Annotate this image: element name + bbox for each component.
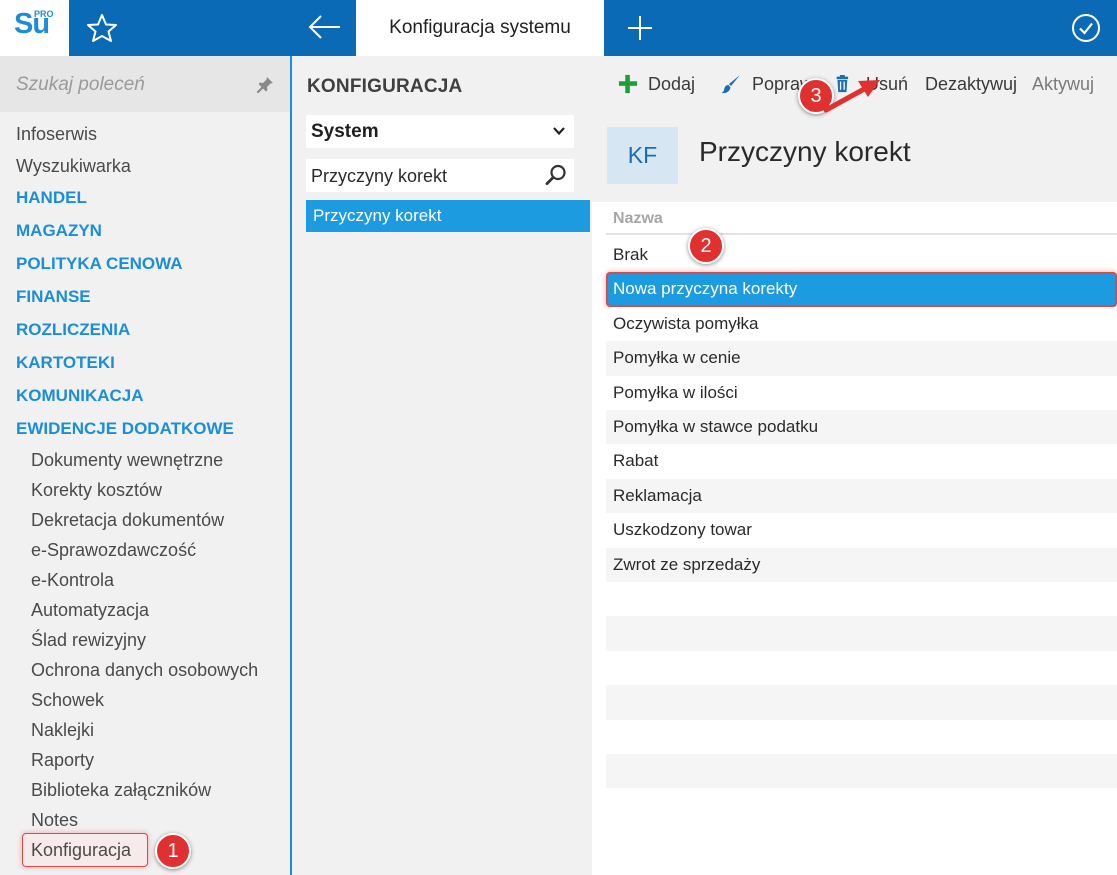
activate-button-label: Aktywuj [1032,73,1095,94]
table-cell-nazwa: Brak [613,245,648,264]
table-cell-nazwa: Pomyłka w stawce podatku [613,417,819,436]
sidebar-item-automatyzacja[interactable]: Automatyzacja [31,600,149,621]
module-badge: KF [607,127,678,184]
table-row[interactable]: Pomyłka w stawce podatku [606,410,1117,445]
deactivate-button[interactable]: Dezaktywuj [925,72,1017,96]
sidebar-item-biblioteka-zalacznikow[interactable]: Biblioteka załączników [31,780,211,801]
sidebar: Infoserwis Wyszukiwarka HANDEL MAGAZYN P… [0,56,290,875]
table-row-empty [606,754,1117,789]
top-bar: Su PRO Konfiguracja systemu [0,0,1117,56]
table-row-empty [606,650,1117,686]
logo-badge: PRO [34,9,54,19]
table-row[interactable]: Pomyłka w cenie [606,341,1117,376]
config-search [306,159,574,192]
module-select-value: System [311,121,379,142]
sidebar-category-ewidencje-dodatkowe[interactable]: EWIDENCJE DODATKOWE [16,419,234,439]
table-row[interactable]: Uszkodzony towar [606,513,1117,548]
chevron-down-icon [553,127,565,136]
page-title: Przyczyny korekt [699,136,911,167]
table-row[interactable]: Nowa przyczyna korekty [606,272,1117,307]
sidebar-item-korekty-kosztow[interactable]: Korekty kosztów [31,480,162,501]
column-header-label: Nazwa [613,210,663,227]
pin-icon[interactable] [256,76,274,94]
sidebar-category-komunikacja[interactable]: KOMUNIKACJA [16,386,144,406]
sidebar-category-kartoteki[interactable]: KARTOTEKI [16,353,115,373]
config-list-item-label: Przyczyny korekt [313,206,442,225]
sidebar-item-slad-rewizyjny[interactable]: Ślad rewizyjny [31,630,146,651]
search-icon[interactable] [544,163,568,187]
sidebar-item-e-kontrola[interactable]: e-Kontrola [31,570,114,591]
table-row[interactable]: Brak [606,238,1117,273]
activate-button[interactable]: Aktywuj [1032,72,1094,96]
command-search [0,56,290,112]
sidebar-category-finanse[interactable]: FINANSE [16,287,91,307]
sidebar-category-polityka-cenowa[interactable]: POLITYKA CENOWA [16,254,183,274]
confirm-button[interactable] [1070,12,1102,44]
content-header: KF Przyczyny korekt [592,112,1117,202]
table-row[interactable]: Rabat [606,444,1117,479]
arrow-left-icon [308,15,340,39]
step-marker-2: 2 [688,228,724,264]
favorites-button[interactable] [85,12,119,44]
panel-title: KONFIGURACJA [307,76,463,97]
sidebar-item-infoserwis[interactable]: Infoserwis [16,124,97,145]
table-row[interactable]: Zwrot ze sprzedaży [606,547,1117,582]
table-row-empty [606,685,1117,720]
table-row-empty [606,719,1117,754]
new-tab-button[interactable] [624,12,656,44]
data-grid: Nazwa Brak Nowa przyczyna korekty Oczywist… [606,202,1117,875]
plus-icon [628,16,652,40]
sidebar-item-naklejki[interactable]: Naklejki [31,720,94,741]
sidebar-category-rozliczenia[interactable]: ROZLICZENIA [16,320,130,340]
tab-konfiguracja-systemu[interactable]: Konfiguracja systemu [356,0,604,56]
sidebar-item-raporty[interactable]: Raporty [31,750,94,771]
brush-icon [721,75,740,94]
sidebar-item-ochrona-danych[interactable]: Ochrona danych osobowych [31,660,258,681]
table-cell-nazwa: Pomyłka w cenie [613,348,741,368]
sidebar-item-schowek[interactable]: Schowek [31,690,104,711]
table-cell-nazwa: Nowa przyczyna korekty [613,279,798,299]
step-marker-1: 1 [155,833,191,869]
table-cell-nazwa: Zwrot ze sprzedaży [613,554,761,574]
table-cell-nazwa: Uszkodzony towar [613,520,752,540]
command-search-input[interactable] [16,72,236,98]
configuration-panel: KONFIGURACJA System Przyczyny korekt [292,56,592,875]
table-row[interactable]: Reklamacja [606,478,1117,514]
table-row[interactable]: Oczywista pomyłka [606,306,1117,342]
sidebar-item-konfiguracja[interactable]: Konfiguracja [31,840,131,861]
table-cell-nazwa: Pomyłka w ilości [613,382,738,402]
deactivate-button-label: Dezaktywuj [925,73,1018,94]
column-header-nazwa[interactable]: Nazwa [606,202,1117,235]
check-circle-icon [1072,14,1100,42]
add-button-label: Dodaj [648,73,696,94]
table-cell-nazwa: Oczywista pomyłka [613,313,759,333]
star-icon [87,14,117,42]
sidebar-category-magazyn[interactable]: MAGAZYN [16,221,102,241]
module-select[interactable]: System [306,115,574,148]
table-row[interactable]: Pomyłka w ilości [606,375,1117,410]
sidebar-item-notes[interactable]: Notes [31,810,78,831]
plus-icon [618,74,638,94]
table-row-empty [606,788,1117,823]
sidebar-item-dokumenty-wewnetrzne[interactable]: Dokumenty wewnętrzne [31,450,223,471]
config-search-input[interactable] [311,164,531,188]
sidebar-item-dekretacja-dokumentow[interactable]: Dekretacja dokumentów [31,510,224,531]
sidebar-item-e-sprawozdawczosc[interactable]: e-Sprawozdawczość [31,540,196,561]
config-list-item-przyczyny-korekt[interactable]: Przyczyny korekt [306,200,590,232]
content-area: Dodaj Popraw Usuń Dezaktywuj Aktywuj KF … [592,56,1117,875]
app-logo: Su PRO [0,0,69,56]
sidebar-category-handel[interactable]: HANDEL [16,188,87,208]
table-cell-nazwa: Rabat [613,451,659,471]
table-row-empty [606,616,1117,651]
add-button[interactable]: Dodaj [618,72,695,96]
arrow-pointer-icon [823,80,880,113]
sidebar-item-wyszukiwarka[interactable]: Wyszukiwarka [16,156,131,177]
table-row-empty [606,582,1117,617]
table-cell-nazwa: Reklamacja [613,485,702,505]
back-button[interactable] [304,10,344,44]
